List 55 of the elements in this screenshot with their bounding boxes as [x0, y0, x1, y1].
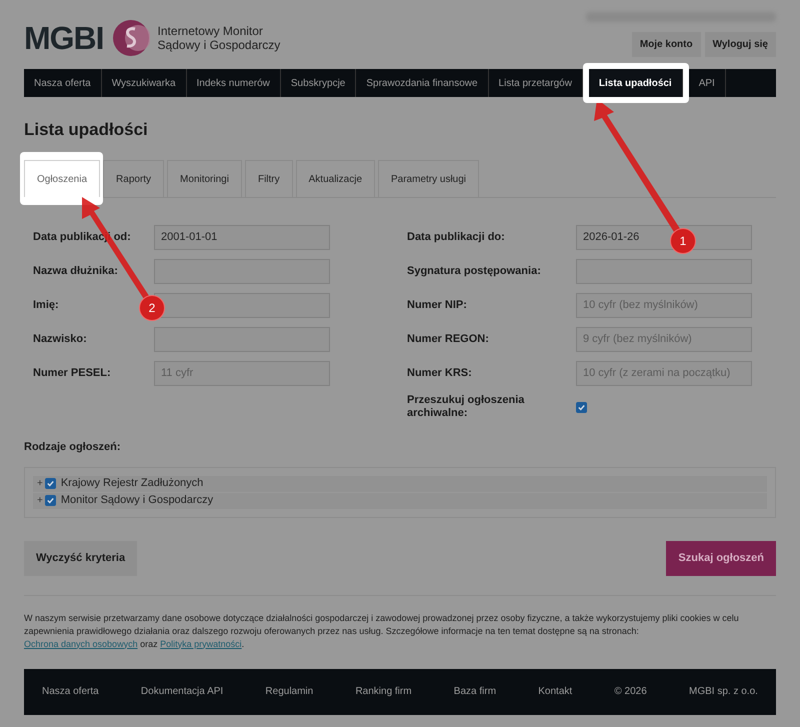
input-field[interactable]: 11 cyfr	[154, 360, 330, 386]
tab[interactable]: Monitoringi	[167, 160, 242, 197]
tagline-text: Sądowy i Gospodarczy	[158, 38, 280, 52]
field-label: Numer REGON:	[407, 332, 489, 346]
footer-link[interactable]: Baza firm	[454, 684, 496, 699]
input-field[interactable]: 10 cyfr (bez myślników)	[576, 292, 752, 318]
input-field[interactable]	[576, 258, 752, 284]
footer-link[interactable]: Nasza oferta	[42, 684, 99, 699]
footer-link[interactable]: Ranking firm	[355, 684, 412, 699]
account-button[interactable]: Moje konto	[632, 32, 701, 57]
footer-link[interactable]: MGBI sp. z o.o.	[689, 684, 758, 699]
tab[interactable]: Raporty	[103, 160, 164, 197]
field-label: Numer KRS:	[407, 366, 472, 380]
search-button[interactable]: Szukaj ogłoszeń	[666, 540, 776, 576]
logo-text: MGBI	[24, 22, 104, 54]
input-field[interactable]: 10 cyfr (z zerami na początku)	[576, 360, 752, 386]
field-label: Nazwa dłużnika:	[33, 264, 118, 278]
field-label: Numer PESEL:	[33, 366, 111, 380]
page-title: Lista upadłości	[24, 120, 149, 140]
input-field[interactable]: 2001-01-01	[154, 224, 330, 250]
input-field[interactable]	[154, 326, 330, 352]
tree-row[interactable]: + Krajowy Rejestr Zadłużonych	[33, 476, 767, 492]
expand-toggle[interactable]: +	[37, 478, 43, 488]
field-label: Data publikacji do:	[407, 230, 505, 244]
tree-label: Monitor Sądowy i Gospodarczy	[60, 493, 214, 508]
logo-icon	[112, 19, 150, 57]
section-title: Rodzaje ogłoszeń:	[24, 440, 122, 455]
clear-button[interactable]: Wyczyść kryteria	[24, 540, 138, 576]
field-label: Numer NIP:	[407, 298, 467, 312]
checkbox[interactable]	[576, 402, 587, 412]
checkbox[interactable]	[44, 495, 56, 506]
field-label: Nazwisko:	[33, 332, 87, 346]
footer-link[interactable]: Regulamin	[265, 684, 314, 699]
tree-label: Krajowy Rejestr Zadłużonych	[60, 476, 204, 492]
field-label: Imię:	[33, 298, 59, 312]
checkbox[interactable]	[44, 478, 56, 489]
input-field[interactable]	[154, 258, 330, 284]
footer-link[interactable]: Dokumentacja API	[140, 684, 224, 699]
expand-toggle[interactable]: +	[37, 496, 43, 506]
field-label: Sygnatura postępowania:	[407, 264, 541, 278]
input-field[interactable]	[154, 292, 330, 318]
input-field[interactable]: 9 cyfr (bez myślników)	[576, 326, 752, 352]
footer-link[interactable]: © 2026	[614, 684, 647, 699]
account-button[interactable]: Wyloguj się	[704, 32, 776, 57]
tab[interactable]: Parametry usługi	[378, 160, 480, 197]
nav-item[interactable]: Lista upadłości	[588, 69, 683, 97]
callout-marker: 2	[139, 295, 165, 321]
footer-link[interactable]: Kontakt	[538, 684, 572, 699]
tab[interactable]: Filtry	[244, 160, 293, 197]
tab[interactable]: Aktualizacje	[296, 160, 375, 197]
field-label: Przeszukuj ogłoszenia archiwalne:	[407, 394, 526, 420]
tree-row[interactable]: + Monitor Sądowy i Gospodarczy	[33, 492, 767, 508]
tab[interactable]: Ogłoszenia	[24, 160, 100, 197]
privacy-notice: W naszym serwisie przetwarzamy dane osobowe dotyczące działalności gospodarczej i zawodowej prowadzonej przez osoby fizyczne, a także wykorzystujemy pliki cookies w celu zapewnienia prawidłowego działania oraz dalszego rozwoju oferowanych przez nas usług. Szczegółowe informacje na ten temat dostępne są na stronach: Ochrona danych osobowych oraz Polityka prywatności.	[24, 612, 740, 650]
tagline-text: Internetowy Monitor	[158, 24, 264, 38]
